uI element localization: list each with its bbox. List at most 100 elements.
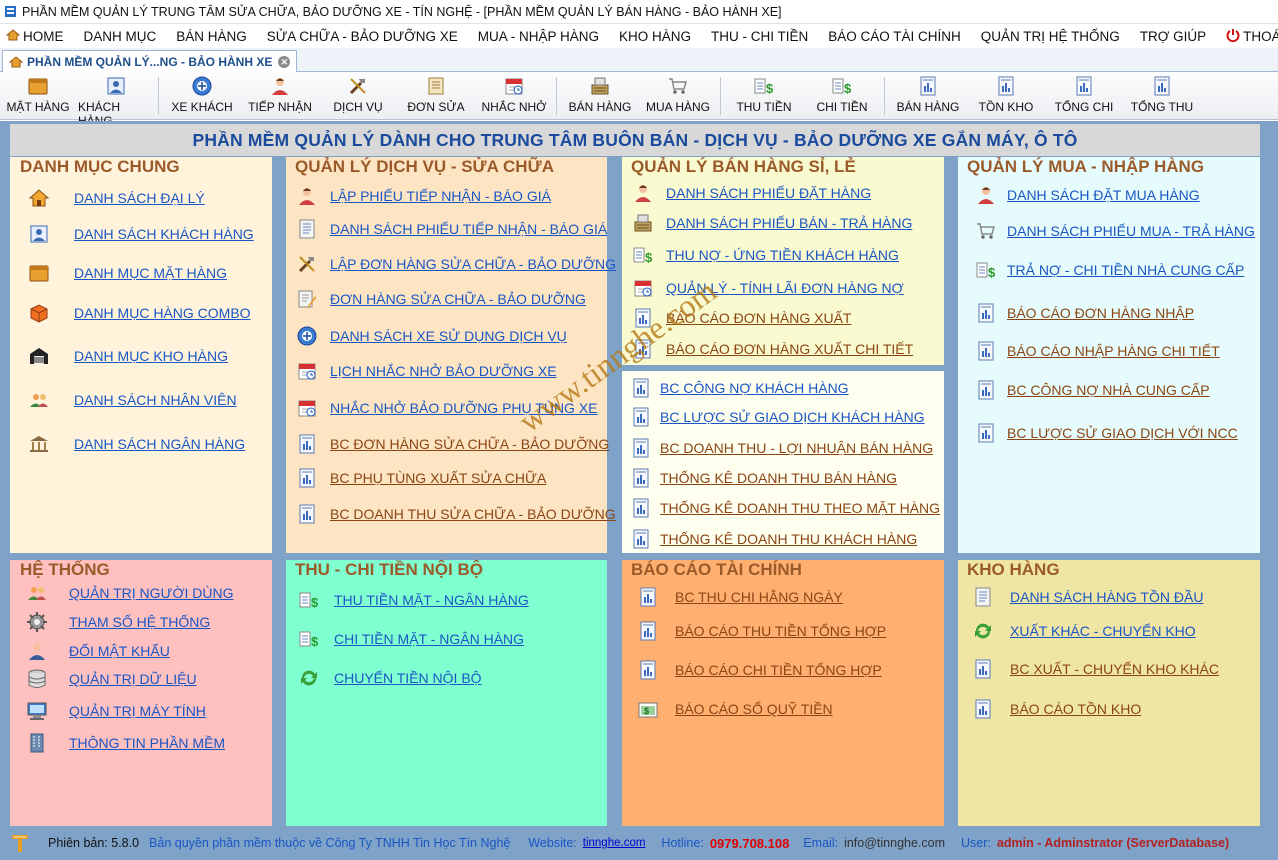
toolbar-button[interactable]: NHẮC NHỞ — [476, 75, 552, 119]
toolbar-button[interactable]: TỔNG CHI — [1046, 75, 1122, 119]
menu-item[interactable]: BÁO CÁO TÀI CHÍNH — [828, 29, 961, 44]
menu-link[interactable]: DANH MỤC MẶT HÀNG — [28, 262, 227, 284]
money-in-icon: $ — [632, 244, 654, 266]
toolbar-button-label: BÁN HÀNG — [568, 100, 632, 114]
menu-link[interactable]: BC PHỤ TÙNG XUẤT SỬA CHỮA — [296, 467, 546, 489]
menu-link[interactable]: THÔNG TIN PHẦN MỀM — [26, 732, 225, 754]
toolbar-button[interactable]: ĐƠN SỬA — [398, 75, 474, 119]
menu-link[interactable]: DANH SÁCH PHIẾU TIẾP NHẬN - BÁO GIÁ — [296, 218, 607, 240]
menu-link[interactable]: DANH SÁCH ĐẠI LÝ — [28, 187, 205, 209]
menu-link[interactable]: DANH MỤC HÀNG COMBO — [28, 302, 251, 324]
menu-item-label: BÁN HÀNG — [176, 28, 247, 44]
menu-link[interactable]: QUẢN TRỊ MÁY TÍNH — [26, 700, 206, 722]
panel-title: KHO HÀNG — [967, 560, 1060, 579]
toolbar-button[interactable]: $ THU TIỀN — [726, 75, 802, 119]
menu-item[interactable]: KHO HÀNG — [619, 29, 691, 44]
money-out-icon: $ — [831, 75, 853, 97]
menu-link[interactable]: DANH SÁCH NHÂN VIÊN — [28, 389, 237, 411]
email-address: info@tinnghe.com — [844, 836, 946, 850]
toolbar-button[interactable]: BÁN HÀNG — [890, 75, 966, 119]
toolbar-button[interactable]: TIẾP NHẬN — [242, 75, 318, 119]
menu-link[interactable]: THỐNG KÊ DOANH THU BÁN HÀNG — [630, 467, 897, 489]
toolbar-button[interactable]: MUA HÀNG — [640, 75, 716, 119]
menu-link[interactable]: DANH SÁCH PHIẾU BÁN - TRẢ HÀNG — [632, 212, 912, 234]
menu-item[interactable]: TRỢ GIÚP — [1140, 29, 1206, 44]
menu-link[interactable]: DANH SÁCH ĐẶT MUA HÀNG — [975, 184, 1200, 206]
menu-link[interactable]: BC LƯỢC SỬ GIAO DỊCH VỚI NCC — [975, 422, 1238, 444]
toolbar-button-label: DỊCH VỤ — [333, 100, 383, 114]
menu-item[interactable]: SỬA CHỮA - BẢO DƯỠNG XE — [267, 29, 458, 44]
tab-main-document[interactable]: PHẦN MỀM QUẢN LÝ...NG - BẢO HÀNH XE ✕ — [2, 50, 298, 72]
menu-link[interactable]: QUẢN LÝ - TÍNH LÃI ĐƠN HÀNG NỢ — [632, 277, 904, 299]
menu-link[interactable]: BÁO CÁO CHI TIỀN TỔNG HỢP — [637, 659, 882, 681]
menu-link[interactable]: BÁO CÁO TỒN KHO — [972, 698, 1141, 720]
menu-item[interactable]: MUA - NHẬP HÀNG — [478, 29, 599, 44]
menu-link[interactable]: $ THU TIỀN MẶT - NGÂN HÀNG — [298, 589, 529, 611]
menu-link[interactable]: BC THU CHI HẰNG NGÀY — [637, 586, 843, 608]
menu-link[interactable]: THỐNG KÊ DOANH THU THEO MẶT HÀNG — [630, 497, 940, 519]
menu-link[interactable]: BC ĐƠN HÀNG SỬA CHỮA - BẢO DƯỠNG — [296, 433, 609, 455]
toolbar-button[interactable]: $ CHI TIỀN — [804, 75, 880, 119]
menu-link[interactable]: BÁO CÁO THU TIỀN TỔNG HỢP — [637, 620, 886, 642]
menu-link[interactable]: THỐNG KÊ DOANH THU KHÁCH HÀNG — [630, 528, 917, 550]
menu-item-label: SỬA CHỮA - BẢO DƯỠNG XE — [266, 28, 458, 44]
toolbar-button[interactable]: TỔNG THU — [1124, 75, 1200, 119]
toolbar-button[interactable]: XE KHÁCH — [164, 75, 240, 119]
menu-link[interactable]: BÁO CÁO ĐƠN HÀNG XUẤT CHI TIẾT — [632, 338, 913, 360]
menu-link[interactable]: BC XUẤT - CHUYỂN KHO KHÁC — [972, 658, 1219, 680]
cashbook-icon: $ — [637, 698, 659, 720]
menu-link[interactable]: DANH MỤC KHO HÀNG — [28, 345, 228, 367]
menu-link-label: QUẢN TRỊ DỮ LIỆU — [69, 671, 197, 687]
transfer-icon — [298, 667, 320, 689]
menu-link[interactable]: LỊCH NHẮC NHỞ BẢO DƯỠNG XE — [296, 360, 557, 382]
menu-item[interactable]: THOÁT — [1226, 28, 1278, 45]
menu-link[interactable]: THAM SỐ HỆ THỐNG — [26, 611, 210, 633]
menu-link[interactable]: XUẤT KHÁC - CHUYỂN KHO — [972, 620, 1196, 642]
menu-item[interactable]: DANH MỤC — [84, 29, 157, 44]
toolbar-button[interactable]: MẶT HÀNG — [0, 75, 76, 119]
toolbar-button-label: MẶT HÀNG — [6, 100, 70, 114]
menu-link[interactable]: BC DOANH THU - LỢI NHUẬN BÁN HÀNG — [630, 437, 933, 459]
menu-link[interactable]: BÁO CÁO NHẬP HÀNG CHI TIẾT — [975, 340, 1220, 362]
menu-link[interactable]: QUẢN TRỊ NGƯỜI DÙNG — [26, 582, 234, 604]
toolbar-button[interactable]: TỒN KHO — [968, 75, 1044, 119]
menu-link[interactable]: BC CÔNG NỢ NHÀ CUNG CẤP — [975, 379, 1210, 401]
menu-link[interactable]: $ CHI TIỀN MẶT - NGÂN HÀNG — [298, 628, 524, 650]
menu-link[interactable]: BÁO CÁO ĐƠN HÀNG XUẤT — [632, 307, 851, 329]
menu-link[interactable]: ĐƠN HÀNG SỬA CHỮA - BẢO DƯỠNG — [296, 288, 586, 310]
menu-link[interactable]: BÁO CÁO ĐƠN HÀNG NHẬP — [975, 302, 1194, 324]
menu-link[interactable]: DANH SÁCH PHIẾU MUA - TRẢ HÀNG — [975, 220, 1255, 242]
toolbar-button[interactable]: BÁN HÀNG — [562, 75, 638, 119]
copyright-text: Bản quyền phần mềm thuộc về Công Ty TNHH… — [149, 836, 511, 850]
warehouse-icon — [28, 345, 50, 367]
menu-link[interactable]: LẬP ĐƠN HÀNG SỬA CHỮA - BẢO DƯỠNG — [296, 253, 616, 275]
menu-link[interactable]: QUẢN TRỊ DỮ LIỆU — [26, 668, 197, 690]
menu-link[interactable]: BC LƯỢC SỬ GIAO DỊCH KHÁCH HÀNG — [630, 406, 925, 428]
menu-link[interactable]: NHẮC NHỞ BẢO DƯỠNG PHỤ TÙNG XE — [296, 397, 598, 419]
menu-item[interactable]: HOME — [5, 28, 64, 45]
menu-link-label: BC THU CHI HẰNG NGÀY — [675, 589, 843, 605]
menu-link[interactable]: DANH SÁCH PHIẾU ĐẶT HÀNG — [632, 182, 871, 204]
toolbar-button[interactable]: DỊCH VỤ — [320, 75, 396, 119]
toolbar-button-label: ĐƠN SỬA — [407, 100, 465, 114]
menu-link[interactable]: $ TRẢ NỢ - CHI TIỀN NHÀ CUNG CẤP — [975, 259, 1244, 281]
menu-link[interactable]: DANH SÁCH KHÁCH HÀNG — [28, 223, 254, 245]
menu-link[interactable]: $ THU NỢ - ỨNG TIỀN KHÁCH HÀNG — [632, 244, 899, 266]
menu-link[interactable]: BC CÔNG NỢ KHÁCH HÀNG — [630, 377, 849, 399]
menu-link-label: BC CÔNG NỢ KHÁCH HÀNG — [660, 380, 849, 396]
menu-link[interactable]: ĐỔI MẬT KHẨU — [26, 640, 170, 662]
menu-item[interactable]: BÁN HÀNG — [176, 29, 247, 44]
menu-item[interactable]: QUẢN TRỊ HỆ THỐNG — [981, 29, 1120, 44]
toolbar-button[interactable]: KHÁCH HÀNG — [78, 75, 154, 128]
menu-link[interactable]: LẬP PHIẾU TIẾP NHẬN - BÁO GIÁ — [296, 185, 551, 207]
menu-link[interactable]: $ BÁO CÁO SỔ QUỸ TIỀN — [637, 698, 833, 720]
svg-text:$: $ — [988, 265, 996, 280]
menu-link[interactable]: DANH SÁCH NGÂN HÀNG — [28, 433, 245, 455]
website-link[interactable]: tinnghe.com — [583, 837, 646, 849]
menu-link[interactable]: BC DOANH THU SỬA CHỮA - BẢO DƯỠNG — [296, 503, 616, 525]
menu-item[interactable]: THU - CHI TIỀN — [711, 29, 808, 44]
menu-link[interactable]: CHUYỂN TIỀN NỘI BỘ — [298, 667, 482, 689]
menu-link[interactable]: DANH SÁCH XE SỬ DỤNG DỊCH VỤ — [296, 325, 567, 347]
menu-link[interactable]: DANH SÁCH HÀNG TỒN ĐẦU — [972, 586, 1203, 608]
close-icon[interactable]: ✕ — [278, 55, 291, 68]
